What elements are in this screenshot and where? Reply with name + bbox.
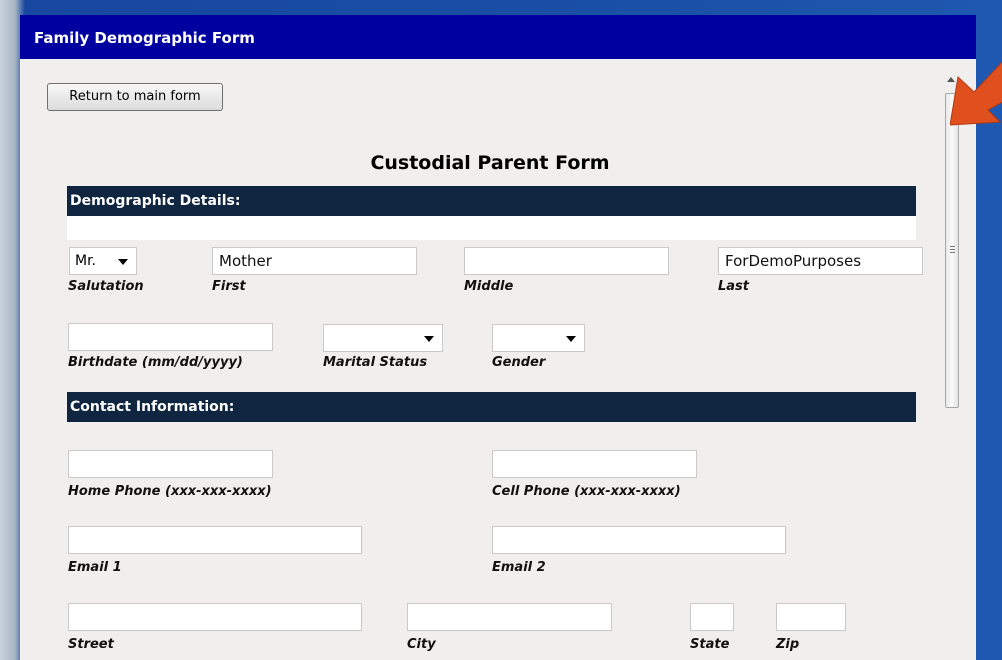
form-window: Family Demographic Form Return to main f… — [20, 15, 976, 660]
vertical-scrollbar[interactable] — [943, 65, 961, 660]
birthdate-input[interactable] — [68, 323, 273, 351]
birthdate-label: Birthdate (mm/dd/yyyy) — [68, 355, 243, 370]
grip-line — [950, 252, 955, 253]
middle-name-label: Middle — [464, 279, 514, 294]
window-title: Family Demographic Form — [34, 29, 255, 47]
cell-phone-input[interactable] — [492, 450, 697, 478]
last-name-label: Last — [718, 279, 750, 294]
middle-name-input[interactable] — [464, 247, 669, 275]
form-title: Custodial Parent Form — [370, 152, 610, 174]
state-input[interactable] — [690, 603, 734, 631]
section-header-demographic: Demographic Details: — [67, 186, 916, 216]
zip-input[interactable] — [776, 603, 846, 631]
gender-label: Gender — [492, 355, 546, 370]
red-pointer-arrow-icon — [950, 61, 1002, 126]
section-spacer — [67, 216, 916, 240]
street-label: Street — [68, 637, 114, 652]
street-input[interactable] — [68, 603, 362, 631]
city-label: City — [407, 637, 436, 652]
email2-input[interactable] — [492, 526, 786, 554]
city-input[interactable] — [407, 603, 612, 631]
section-header-contact: Contact Information: — [67, 392, 916, 422]
grip-line — [950, 249, 955, 250]
marital-status-label: Marital Status — [323, 355, 428, 370]
scrollbar-thumb[interactable] — [945, 93, 959, 408]
salutation-label: Salutation — [68, 279, 144, 294]
marital-status-select[interactable] — [323, 324, 443, 352]
salutation-select[interactable]: Mr. — [69, 247, 137, 275]
home-phone-input[interactable] — [68, 450, 273, 478]
state-label: State — [690, 637, 730, 652]
email1-label: Email 1 — [68, 560, 122, 575]
first-name-label: First — [212, 279, 246, 294]
gender-select[interactable] — [492, 324, 585, 352]
caret-down-icon — [566, 336, 576, 342]
home-phone-label: Home Phone (xxx-xxx-xxxx) — [68, 484, 272, 499]
last-name-input[interactable]: ForDemoPurposes — [718, 247, 923, 275]
grip-line — [950, 246, 955, 247]
zip-label: Zip — [776, 637, 800, 652]
email2-label: Email 2 — [492, 560, 546, 575]
first-name-input[interactable]: Mother — [212, 247, 417, 275]
cell-phone-label: Cell Phone (xxx-xxx-xxxx) — [492, 484, 681, 499]
caret-down-icon — [118, 259, 128, 265]
salutation-value: Mr. — [75, 253, 96, 269]
title-bar: Family Demographic Form — [20, 15, 976, 59]
return-to-main-form-button[interactable]: Return to main form — [47, 83, 223, 111]
caret-down-icon — [424, 336, 434, 342]
email1-input[interactable] — [68, 526, 362, 554]
